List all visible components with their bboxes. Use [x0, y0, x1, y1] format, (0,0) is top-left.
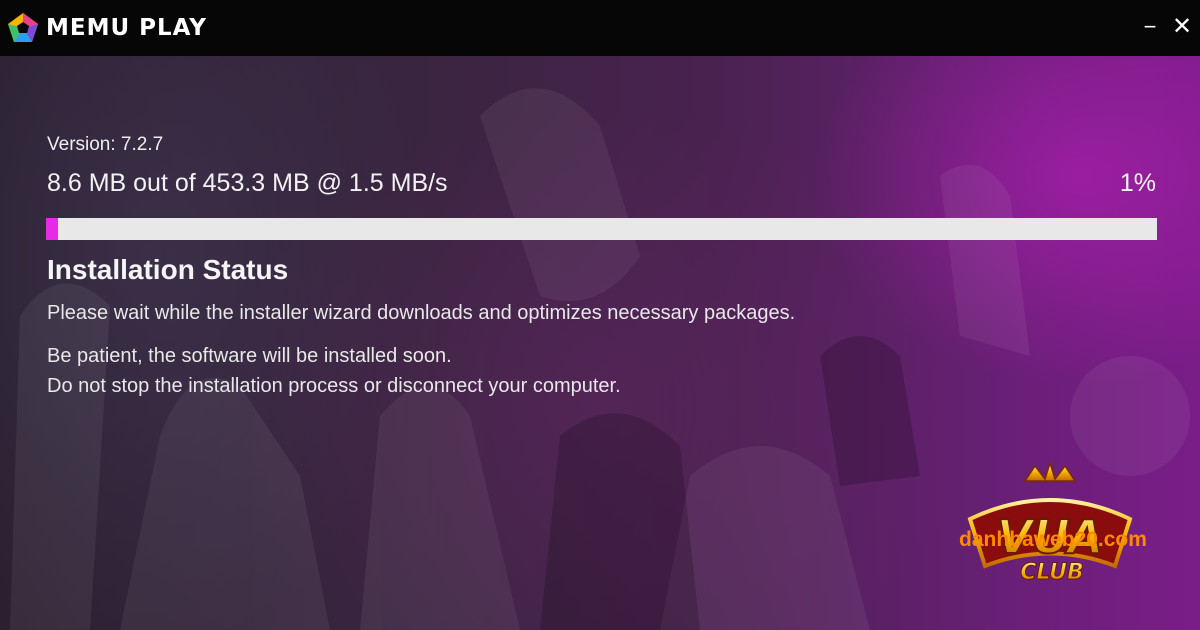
- status-line: Please wait while the installer wizard d…: [47, 302, 796, 324]
- download-progress-text: 8.6 MB out of 453.3 MB @ 1.5 MB/s: [47, 169, 448, 197]
- status-line: Be patient, the software will be install…: [47, 345, 452, 367]
- installer-panel: Version: 7.2.7 8.6 MB out of 453.3 MB @ …: [0, 56, 1200, 630]
- progress-percent: 1%: [1119, 169, 1156, 197]
- version-label: Version: 7.2.7: [47, 134, 164, 155]
- minimize-button[interactable]: −: [1137, 12, 1163, 42]
- close-button[interactable]: ✕: [1168, 12, 1196, 42]
- progress-bar-fill: [46, 218, 58, 240]
- title-bar: MEMU PLAY − ✕: [0, 0, 1200, 56]
- status-line: Do not stop the installation process or …: [47, 375, 621, 397]
- app-brand: MEMU PLAY: [46, 15, 207, 41]
- progress-bar: [46, 218, 1157, 240]
- watermark-logo-sub: CLUB: [1020, 560, 1084, 585]
- watermark-site: danhbaweb20.com: [959, 528, 1147, 551]
- crown-icon: [1023, 461, 1077, 482]
- memu-logo-icon: [8, 13, 38, 42]
- status-heading: Installation Status: [47, 254, 289, 285]
